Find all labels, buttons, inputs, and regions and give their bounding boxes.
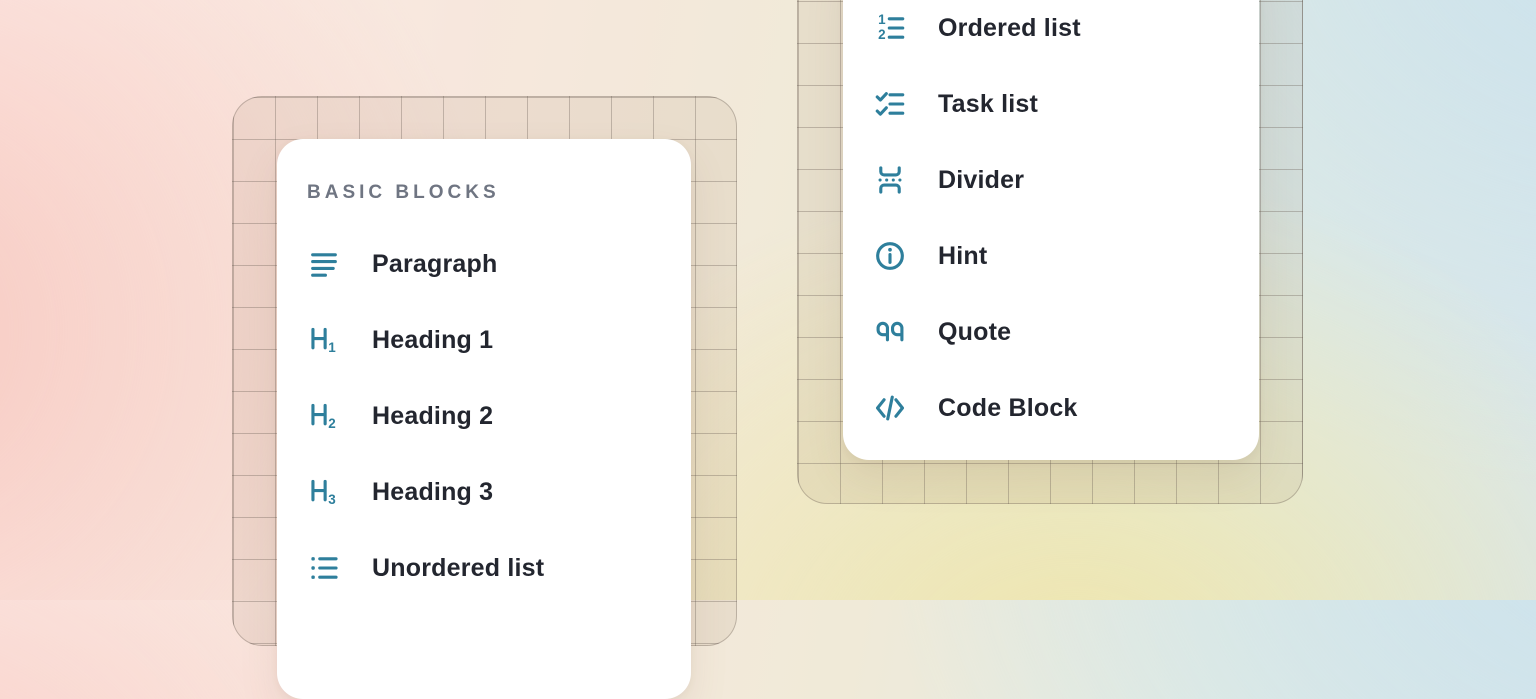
heading-1-icon: 1 bbox=[307, 323, 341, 357]
menu-item-code-block[interactable]: Code Block bbox=[873, 370, 1259, 446]
menu-item-label: Task list bbox=[938, 90, 1038, 119]
menu-item-label: Paragraph bbox=[372, 250, 497, 279]
quote-icon bbox=[873, 315, 907, 349]
code-block-icon bbox=[873, 391, 907, 425]
ordered-list-icon: 12 bbox=[873, 11, 907, 45]
divider-icon bbox=[873, 163, 907, 197]
unordered-list-icon bbox=[307, 551, 341, 585]
menu-items-list: Paragraph 1 Heading 1 2 Heading 2 3 Heading 3 U… bbox=[307, 226, 691, 606]
menu-item-label: Unordered list bbox=[372, 554, 544, 583]
menu-item-task-list[interactable]: Task list bbox=[873, 66, 1259, 142]
menu-item-label: Heading 3 bbox=[372, 478, 493, 507]
menu-item-label: Heading 2 bbox=[372, 402, 493, 431]
hint-icon bbox=[873, 239, 907, 273]
section-header-basic-blocks: BASIC BLOCKS bbox=[307, 179, 691, 207]
svg-text:3: 3 bbox=[328, 492, 335, 507]
menu-item-label: Hint bbox=[938, 242, 987, 271]
menu-item-heading-1[interactable]: 1 Heading 1 bbox=[307, 302, 691, 378]
menu-item-label: Ordered list bbox=[938, 14, 1081, 43]
svg-text:1: 1 bbox=[878, 12, 886, 27]
menu-item-quote[interactable]: Quote bbox=[873, 294, 1259, 370]
menu-item-label: Code Block bbox=[938, 394, 1078, 423]
menu-item-label: Divider bbox=[938, 166, 1024, 195]
menu-item-unordered-list[interactable]: Unordered list bbox=[307, 530, 691, 606]
heading-2-icon: 2 bbox=[307, 399, 341, 433]
svg-text:1: 1 bbox=[328, 340, 336, 355]
menu-item-hint[interactable]: Hint bbox=[873, 218, 1259, 294]
svg-text:2: 2 bbox=[328, 416, 335, 431]
paragraph-icon bbox=[307, 247, 341, 281]
blocks-menu: 12 Ordered list Task list Divider Hint Quote C… bbox=[843, 0, 1259, 460]
menu-item-heading-3[interactable]: 3 Heading 3 bbox=[307, 454, 691, 530]
basic-blocks-menu: BASIC BLOCKS Paragraph 1 Heading 1 2 Heading… bbox=[277, 139, 691, 699]
menu-item-heading-2[interactable]: 2 Heading 2 bbox=[307, 378, 691, 454]
page-background: { "colors":{ "accent_teal":"#2e7f9c", "t… bbox=[0, 0, 1536, 600]
task-list-icon bbox=[873, 87, 907, 121]
menu-item-label: Quote bbox=[938, 318, 1011, 347]
menu-item-label: Heading 1 bbox=[372, 326, 493, 355]
heading-3-icon: 3 bbox=[307, 475, 341, 509]
menu-items-list: 12 Ordered list Task list Divider Hint Quote C… bbox=[873, 0, 1259, 446]
menu-item-paragraph[interactable]: Paragraph bbox=[307, 226, 691, 302]
svg-text:2: 2 bbox=[878, 27, 885, 42]
menu-item-divider[interactable]: Divider bbox=[873, 142, 1259, 218]
menu-item-ordered-list[interactable]: 12 Ordered list bbox=[873, 0, 1259, 66]
